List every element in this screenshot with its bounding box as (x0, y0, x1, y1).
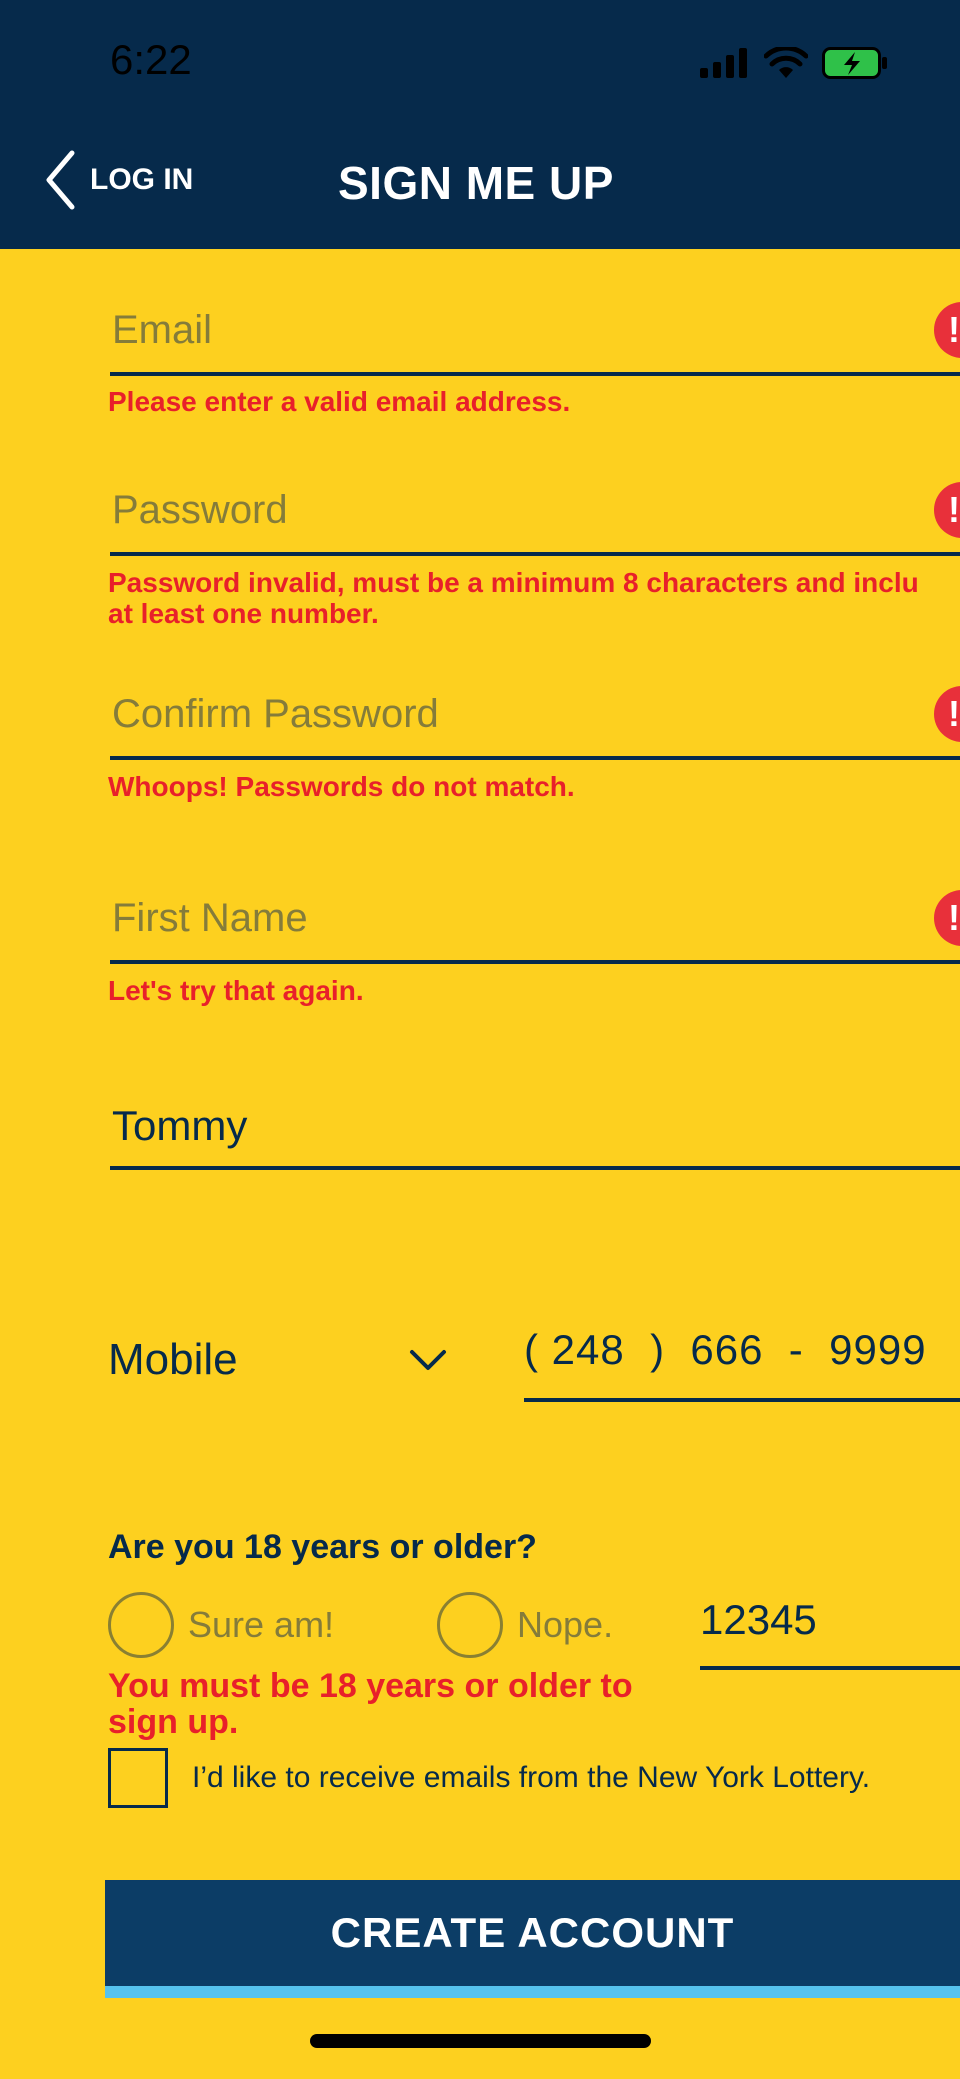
home-indicator (310, 2034, 651, 2048)
confirm-password-error: Whoops! Passwords do not match. (108, 771, 575, 802)
email-optin[interactable]: I’d like to receive emails from the New … (108, 1748, 870, 1808)
age-yes-radio[interactable]: Sure am! (108, 1592, 334, 1658)
last-name-underline (110, 1166, 960, 1170)
email-underline (110, 372, 960, 376)
page-title: SIGN ME UP (338, 157, 614, 209)
back-button-label: LOG IN (90, 163, 194, 196)
age-question: Are you 18 years or older? (108, 1528, 537, 1566)
back-button[interactable]: LOG IN (44, 148, 193, 212)
age-no-radio[interactable]: Nope. (437, 1592, 613, 1658)
confirm-password-placeholder: Confirm Password (112, 692, 439, 736)
app-header: 6:22 LOG IN SIGN ME UP (0, 0, 960, 249)
confirm-password-field[interactable]: Confirm Password ! (110, 684, 960, 764)
phone-type-label: Mobile (108, 1335, 238, 1384)
last-name-value: Tommy (112, 1102, 248, 1149)
email-placeholder: Email (112, 308, 213, 352)
phone-input[interactable]: ( 248 ) 666 - 9999 (524, 1326, 960, 1402)
chevron-left-icon (46, 150, 75, 210)
zip-code-underline (700, 1666, 960, 1670)
age-error: You must be 18 years or older to sign up… (108, 1667, 633, 1741)
chevron-down-icon (410, 1350, 446, 1370)
cellular-signal-icon (700, 48, 747, 78)
email-error: Please enter a valid email address. (108, 386, 571, 417)
first-name-placeholder: First Name (112, 896, 308, 940)
password-error-line-2: at least one number. (108, 598, 379, 629)
status-icons (700, 46, 888, 80)
zip-code-input[interactable]: 12345 (700, 1596, 960, 1670)
password-error-icon: ! (934, 482, 960, 538)
email-optin-checkbox[interactable] (108, 1748, 168, 1808)
phone-value: ( 248 ) 666 - 9999 (524, 1326, 927, 1373)
password-underline (110, 552, 960, 556)
password-field[interactable]: Password ! (110, 480, 960, 560)
email-field[interactable]: Email ! (110, 300, 960, 380)
first-name-error-icon: ! (934, 890, 960, 946)
create-account-button[interactable]: CREATE ACCOUNT (105, 1880, 960, 1998)
status-time: 6:22 (110, 36, 192, 83)
age-yes-radio-circle (108, 1592, 174, 1658)
last-name-field[interactable]: Tommy (110, 1094, 960, 1174)
email-error-icon: ! (934, 302, 960, 358)
age-no-label: Nope. (517, 1604, 614, 1645)
first-name-field[interactable]: First Name ! (110, 888, 960, 968)
zip-code-value: 12345 (700, 1596, 817, 1643)
first-name-error: Let's try that again. (108, 975, 364, 1006)
confirm-password-underline (110, 756, 960, 760)
create-account-label: CREATE ACCOUNT (330, 1909, 735, 1956)
password-placeholder: Password (112, 488, 288, 532)
phone-type-select[interactable]: Mobile (108, 1328, 448, 1392)
phone-underline (524, 1398, 960, 1402)
battery-charging-icon (822, 47, 887, 79)
age-yes-label: Sure am! (188, 1604, 335, 1645)
password-error-line-1: Password invalid, must be a minimum 8 ch… (108, 567, 919, 598)
age-no-radio-circle (437, 1592, 503, 1658)
first-name-underline (110, 960, 960, 964)
wifi-icon (764, 47, 808, 78)
confirm-password-error-icon: ! (934, 686, 960, 742)
email-optin-label: I’d like to receive emails from the New … (192, 1761, 871, 1794)
password-error: Password invalid, must be a minimum 8 ch… (108, 567, 919, 629)
